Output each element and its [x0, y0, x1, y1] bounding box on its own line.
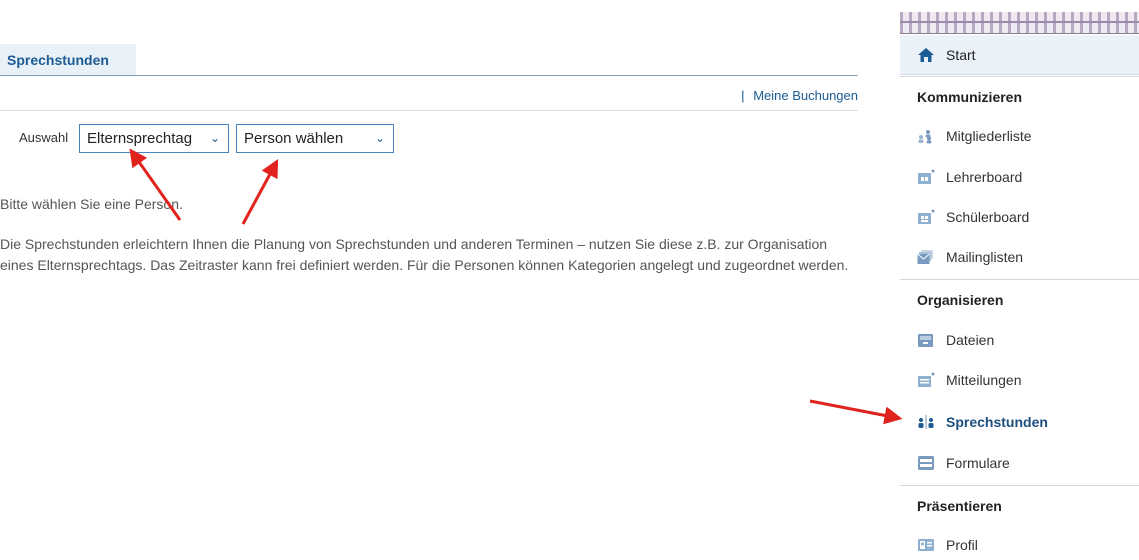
section-heading: Kommunizieren [917, 89, 1023, 105]
selection-label: Auswahl [19, 130, 69, 145]
sidebar-section-kommunizieren: Kommunizieren [900, 76, 1139, 116]
sidebar-item-label: Schülerboard [946, 209, 1030, 225]
sidebar-item-schuelerboard[interactable]: Schülerboard [900, 197, 1139, 237]
my-bookings-link[interactable]: Meine Buchungen [753, 88, 858, 103]
sidebar-item-mitgliederliste[interactable]: Mitgliederliste [900, 116, 1139, 156]
person-select[interactable]: Person wählen ⌄ [236, 124, 394, 153]
board-icon [918, 209, 935, 224]
consultation-icon [918, 415, 934, 429]
top-links: | Meine Buchungen [741, 88, 858, 103]
tab-sprechstunden[interactable]: Sprechstunden [0, 44, 136, 76]
link-separator: | [741, 88, 745, 103]
mailing-list-icon [917, 250, 933, 264]
sidebar-item-label: Formulare [946, 455, 1010, 471]
section-heading: Organisieren [917, 292, 1004, 308]
sidebar-item-dateien[interactable]: Dateien [900, 320, 1139, 360]
arrow-to-person-select [241, 159, 279, 225]
home-icon [918, 48, 934, 62]
arrow-to-sprechstunden [809, 399, 903, 425]
event-select-value: Elternsprechtag [87, 130, 193, 147]
files-icon [918, 334, 933, 347]
header-divider [0, 110, 858, 111]
board-icon [918, 169, 935, 184]
forms-icon [918, 456, 934, 470]
section-heading: Präsentieren [917, 498, 1002, 514]
chevron-down-icon: ⌄ [374, 131, 385, 145]
sidebar-item-formulare[interactable]: Formulare [900, 443, 1139, 483]
sidebar: Start Kommunizieren Mitgliederliste Lehr… [900, 0, 1139, 560]
sidebar-item-label: Profil [946, 537, 978, 553]
tab-divider [0, 75, 858, 76]
sidebar-item-label: Mitgliederliste [946, 128, 1032, 144]
description-text: Die Sprechstunden erleichtern Ihnen die … [0, 236, 849, 273]
members-icon [918, 130, 932, 144]
sidebar-item-label: Mitteilungen [946, 372, 1022, 388]
sidebar-item-label: Dateien [946, 332, 995, 348]
profile-icon [918, 539, 934, 551]
sidebar-item-label: Lehrerboard [946, 169, 1023, 185]
sidebar-item-sprechstunden[interactable]: Sprechstunden [900, 402, 1139, 442]
event-select[interactable]: Elternsprechtag ⌄ [79, 124, 229, 153]
sidebar-section-praesentieren: Präsentieren [900, 485, 1139, 525]
school-banner-image [900, 12, 1139, 34]
sidebar-item-lehrerboard[interactable]: Lehrerboard [900, 157, 1139, 197]
sidebar-item-label: Start [946, 47, 976, 63]
sidebar-item-label: Sprechstunden [946, 414, 1048, 430]
messages-icon [918, 372, 935, 387]
sidebar-item-mitteilungen[interactable]: Mitteilungen [900, 360, 1139, 400]
sidebar-item-mailinglisten[interactable]: Mailinglisten [900, 237, 1139, 277]
sidebar-item-label: Mailinglisten [946, 249, 1024, 265]
chevron-down-icon: ⌄ [209, 131, 220, 145]
sidebar-section-organisieren: Organisieren [900, 279, 1139, 319]
person-hint: Bitte wählen Sie eine Person. [0, 196, 183, 212]
sidebar-item-start[interactable]: Start [900, 35, 1139, 75]
sidebar-item-profil[interactable]: Profil [900, 525, 1139, 560]
person-select-value: Person wählen [244, 130, 344, 147]
